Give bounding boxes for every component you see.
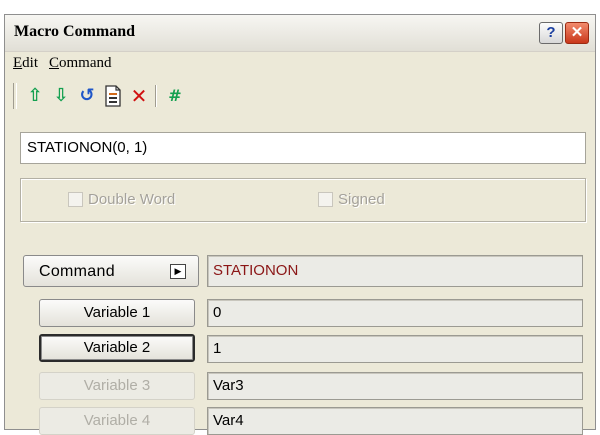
toolbar-grip[interactable] [13, 83, 17, 109]
menu-edit[interactable]: Edit [13, 55, 38, 72]
variable-2-field[interactable]: 1 [207, 335, 583, 363]
signed-checkbox [318, 192, 333, 207]
variable-2-button[interactable]: Variable 2 [39, 334, 195, 362]
options-group: Double Word Signed [20, 178, 586, 222]
command-value-field[interactable]: STATIONON [207, 255, 583, 287]
dropdown-arrow-icon[interactable]: ▶ [170, 264, 186, 279]
signed-label: Signed [338, 191, 385, 208]
toolbar-separator [155, 85, 157, 107]
delete-icon[interactable]: ✕ [127, 83, 151, 109]
move-down-icon[interactable]: ⇩ [49, 83, 73, 109]
help-button[interactable]: ? [539, 22, 563, 44]
command-button-label: Command [39, 263, 115, 280]
hash-icon[interactable]: # [163, 83, 187, 109]
variable-4-field[interactable]: Var4 [207, 407, 583, 435]
double-word-checkbox [68, 192, 83, 207]
close-button[interactable]: ✕ [565, 22, 589, 44]
window-title: Macro Command [14, 23, 136, 40]
menu-command[interactable]: Command [49, 55, 112, 72]
toolbar: ⇧ ⇩ ↺ ✕ # [13, 81, 573, 111]
undo-icon[interactable]: ↺ [75, 83, 99, 109]
variable-1-button[interactable]: Variable 1 [39, 299, 195, 327]
variable-3-button: Variable 3 [39, 372, 195, 400]
command-button[interactable]: Command ▶ [23, 255, 199, 287]
double-word-label: Double Word [88, 191, 176, 208]
move-up-icon[interactable]: ⇧ [23, 83, 47, 109]
expression-field[interactable]: STATIONON(0, 1) [20, 132, 586, 164]
variable-4-button: Variable 4 [39, 407, 195, 435]
title-bar[interactable]: Macro Command ? ✕ [5, 15, 595, 52]
variable-3-field[interactable]: Var3 [207, 372, 583, 400]
variable-1-field[interactable]: 0 [207, 299, 583, 327]
macro-command-dialog: Macro Command ? ✕ Edit Command ⇧ ⇩ ↺ ✕ #… [4, 14, 596, 435]
menu-bar: Edit Command [5, 52, 595, 76]
properties-icon[interactable] [101, 83, 125, 109]
